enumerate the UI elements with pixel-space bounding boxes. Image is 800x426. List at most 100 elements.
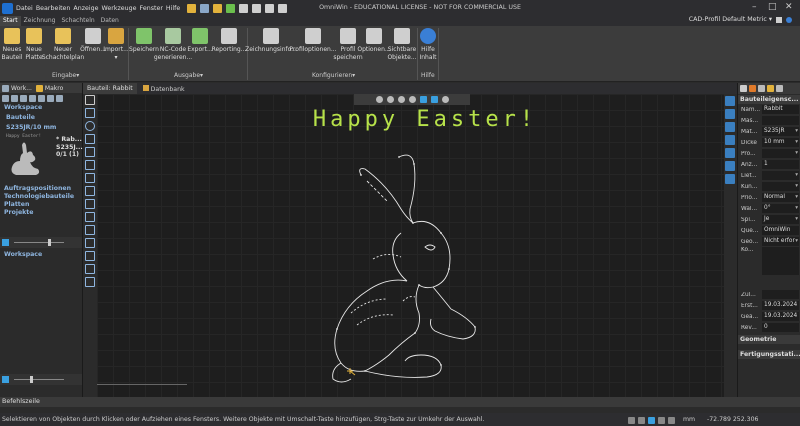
expand-icon[interactable] bbox=[47, 94, 54, 102]
snap-toggle-icon[interactable] bbox=[628, 417, 635, 424]
display-icon[interactable] bbox=[776, 17, 782, 23]
property-value[interactable] bbox=[762, 171, 799, 180]
cad-profile-select[interactable]: CAD-Profil Default Metric ▾ bbox=[689, 16, 772, 23]
line-icon[interactable] bbox=[85, 186, 95, 196]
settings-icon[interactable] bbox=[441, 96, 449, 103]
trim-icon[interactable] bbox=[85, 238, 95, 248]
visible-objects-button[interactable]: Sichtbare Objekte... bbox=[387, 26, 417, 62]
command-line[interactable]: Befehlszeile bbox=[0, 397, 800, 407]
menu-hilfe[interactable]: Hilfe bbox=[166, 5, 180, 12]
new-part-button[interactable]: Neues Bauteil bbox=[2, 26, 23, 62]
pen-icon[interactable] bbox=[725, 148, 735, 158]
zoom-in-icon[interactable] bbox=[375, 96, 383, 103]
polar-toggle-icon[interactable] bbox=[658, 417, 665, 424]
open-button[interactable]: Öffnen... bbox=[80, 26, 106, 54]
sort-icon[interactable] bbox=[20, 94, 27, 102]
save-icon[interactable] bbox=[200, 3, 210, 13]
tab-datenbank[interactable]: Datenbank bbox=[138, 83, 189, 94]
section-bauteileigenschaften[interactable]: Bauteileigensc... bbox=[738, 95, 800, 104]
collapse-icon[interactable] bbox=[38, 94, 45, 102]
filter-icon[interactable] bbox=[29, 94, 36, 102]
property-value[interactable]: 0 bbox=[762, 323, 799, 332]
group-eingabe[interactable]: Eingabe▾ bbox=[52, 72, 79, 79]
menu-anzeige[interactable]: Anzeige bbox=[73, 5, 98, 12]
extend-icon[interactable] bbox=[85, 251, 95, 261]
section-projekte[interactable]: Projekte bbox=[0, 209, 82, 217]
snap-icon[interactable] bbox=[725, 96, 735, 106]
drawing-info-button[interactable]: Zeichnungsinfo... bbox=[245, 26, 297, 54]
minimize-icon[interactable]: – bbox=[752, 2, 757, 12]
undo-icon[interactable] bbox=[265, 3, 275, 13]
close-icon[interactable]: ✕ bbox=[785, 2, 793, 12]
property-value[interactable]: 10 mm bbox=[762, 138, 799, 147]
print-preview-icon[interactable] bbox=[252, 3, 262, 13]
layers-icon[interactable] bbox=[725, 109, 735, 119]
pan-icon[interactable] bbox=[408, 96, 416, 103]
measure-icon[interactable] bbox=[85, 277, 95, 287]
property-value[interactable]: OmniWin bbox=[762, 226, 799, 235]
profile-options-button[interactable]: Profiloptionen... bbox=[289, 26, 337, 54]
tab-bauteil-rabbit[interactable]: Bauteil: Rabbit bbox=[83, 83, 137, 94]
help-button[interactable]: Hilfe Inhalt bbox=[419, 26, 437, 62]
redo-icon[interactable] bbox=[278, 3, 288, 13]
group-ausgabe[interactable]: Ausgabe▾ bbox=[174, 72, 203, 79]
rectangle-icon[interactable] bbox=[85, 108, 95, 118]
bars-icon[interactable] bbox=[767, 85, 774, 92]
rabbit-drawing[interactable] bbox=[317, 149, 497, 389]
tab-workspace[interactable]: Work... bbox=[11, 85, 32, 92]
mirror-icon[interactable] bbox=[85, 264, 95, 274]
export-icon[interactable] bbox=[226, 3, 236, 13]
slider-thumb[interactable] bbox=[48, 239, 51, 246]
tab-macro[interactable]: Makro bbox=[45, 85, 63, 92]
import-button[interactable]: Import... ▾ bbox=[103, 26, 129, 62]
property-value[interactable]: Normal bbox=[762, 193, 799, 202]
osnap-toggle-icon[interactable] bbox=[668, 417, 675, 424]
nc-code-button[interactable]: NC-Code generieren... bbox=[154, 26, 192, 62]
zoom-slider-top[interactable] bbox=[0, 237, 82, 248]
part-thumbnail-item[interactable]: Happy Easter! * Rab... S235J... 0/1 (1) bbox=[0, 133, 83, 181]
rotate-icon[interactable] bbox=[397, 96, 405, 103]
triangle-icon[interactable] bbox=[85, 173, 95, 183]
ortho-toggle-icon[interactable] bbox=[648, 417, 655, 424]
section-fertigungsstatus[interactable]: Fertigungsstati... bbox=[738, 350, 800, 359]
slider-thumb[interactable] bbox=[30, 376, 33, 383]
shaded-icon[interactable] bbox=[430, 96, 438, 103]
circle-icon[interactable] bbox=[85, 121, 95, 131]
spiral-icon[interactable] bbox=[85, 160, 95, 170]
refresh-icon[interactable] bbox=[56, 94, 63, 102]
view-3d-icon[interactable] bbox=[419, 96, 427, 103]
point-circle-icon[interactable] bbox=[85, 212, 95, 222]
color-icon[interactable] bbox=[725, 122, 735, 132]
menu-bearbeiten[interactable]: Bearbeiten bbox=[36, 5, 71, 12]
canvas-text-happy-easter[interactable]: Happy Easter! bbox=[305, 107, 545, 132]
help-small-icon[interactable] bbox=[786, 17, 792, 23]
feed-icon[interactable] bbox=[749, 85, 756, 92]
tab-start[interactable]: Start bbox=[0, 16, 21, 26]
polyline-icon[interactable] bbox=[85, 199, 95, 209]
tree-bauteile[interactable]: Bauteile bbox=[0, 113, 82, 123]
line-type-icon[interactable] bbox=[725, 135, 735, 145]
workspace-label-2[interactable]: Workspace bbox=[0, 251, 82, 259]
m-icon[interactable] bbox=[776, 85, 783, 92]
grid-toggle-icon[interactable] bbox=[638, 417, 645, 424]
profile-save-button[interactable]: Profil speichern bbox=[333, 26, 363, 62]
menu-fenster[interactable]: Fenster bbox=[140, 5, 163, 12]
dim-icon[interactable] bbox=[85, 225, 95, 235]
drawing-canvas[interactable]: Happy Easter! bbox=[97, 94, 724, 397]
group-konfigurieren[interactable]: Konfigurieren▾ bbox=[312, 72, 355, 79]
select-arrow-icon[interactable] bbox=[85, 95, 95, 105]
grid-view-icon[interactable] bbox=[2, 94, 9, 102]
section-technologiebauteile[interactable]: Technologiebauteile bbox=[0, 193, 82, 201]
tab-daten[interactable]: Daten bbox=[98, 16, 122, 26]
property-value[interactable] bbox=[762, 182, 799, 191]
maximize-icon[interactable]: □ bbox=[768, 2, 777, 12]
folder-icon[interactable] bbox=[213, 3, 223, 13]
properties-icon[interactable] bbox=[740, 85, 747, 92]
new-nest-button[interactable]: Neuer Schachtelplan bbox=[42, 26, 84, 62]
property-value[interactable] bbox=[762, 149, 799, 158]
list-view-icon[interactable] bbox=[11, 94, 18, 102]
section-geometrie[interactable]: Geometrie bbox=[738, 335, 800, 344]
property-value[interactable]: 19.03.2024 1 bbox=[762, 301, 799, 310]
tree-workspace[interactable]: Workspace bbox=[0, 103, 82, 113]
property-value[interactable] bbox=[762, 116, 799, 125]
